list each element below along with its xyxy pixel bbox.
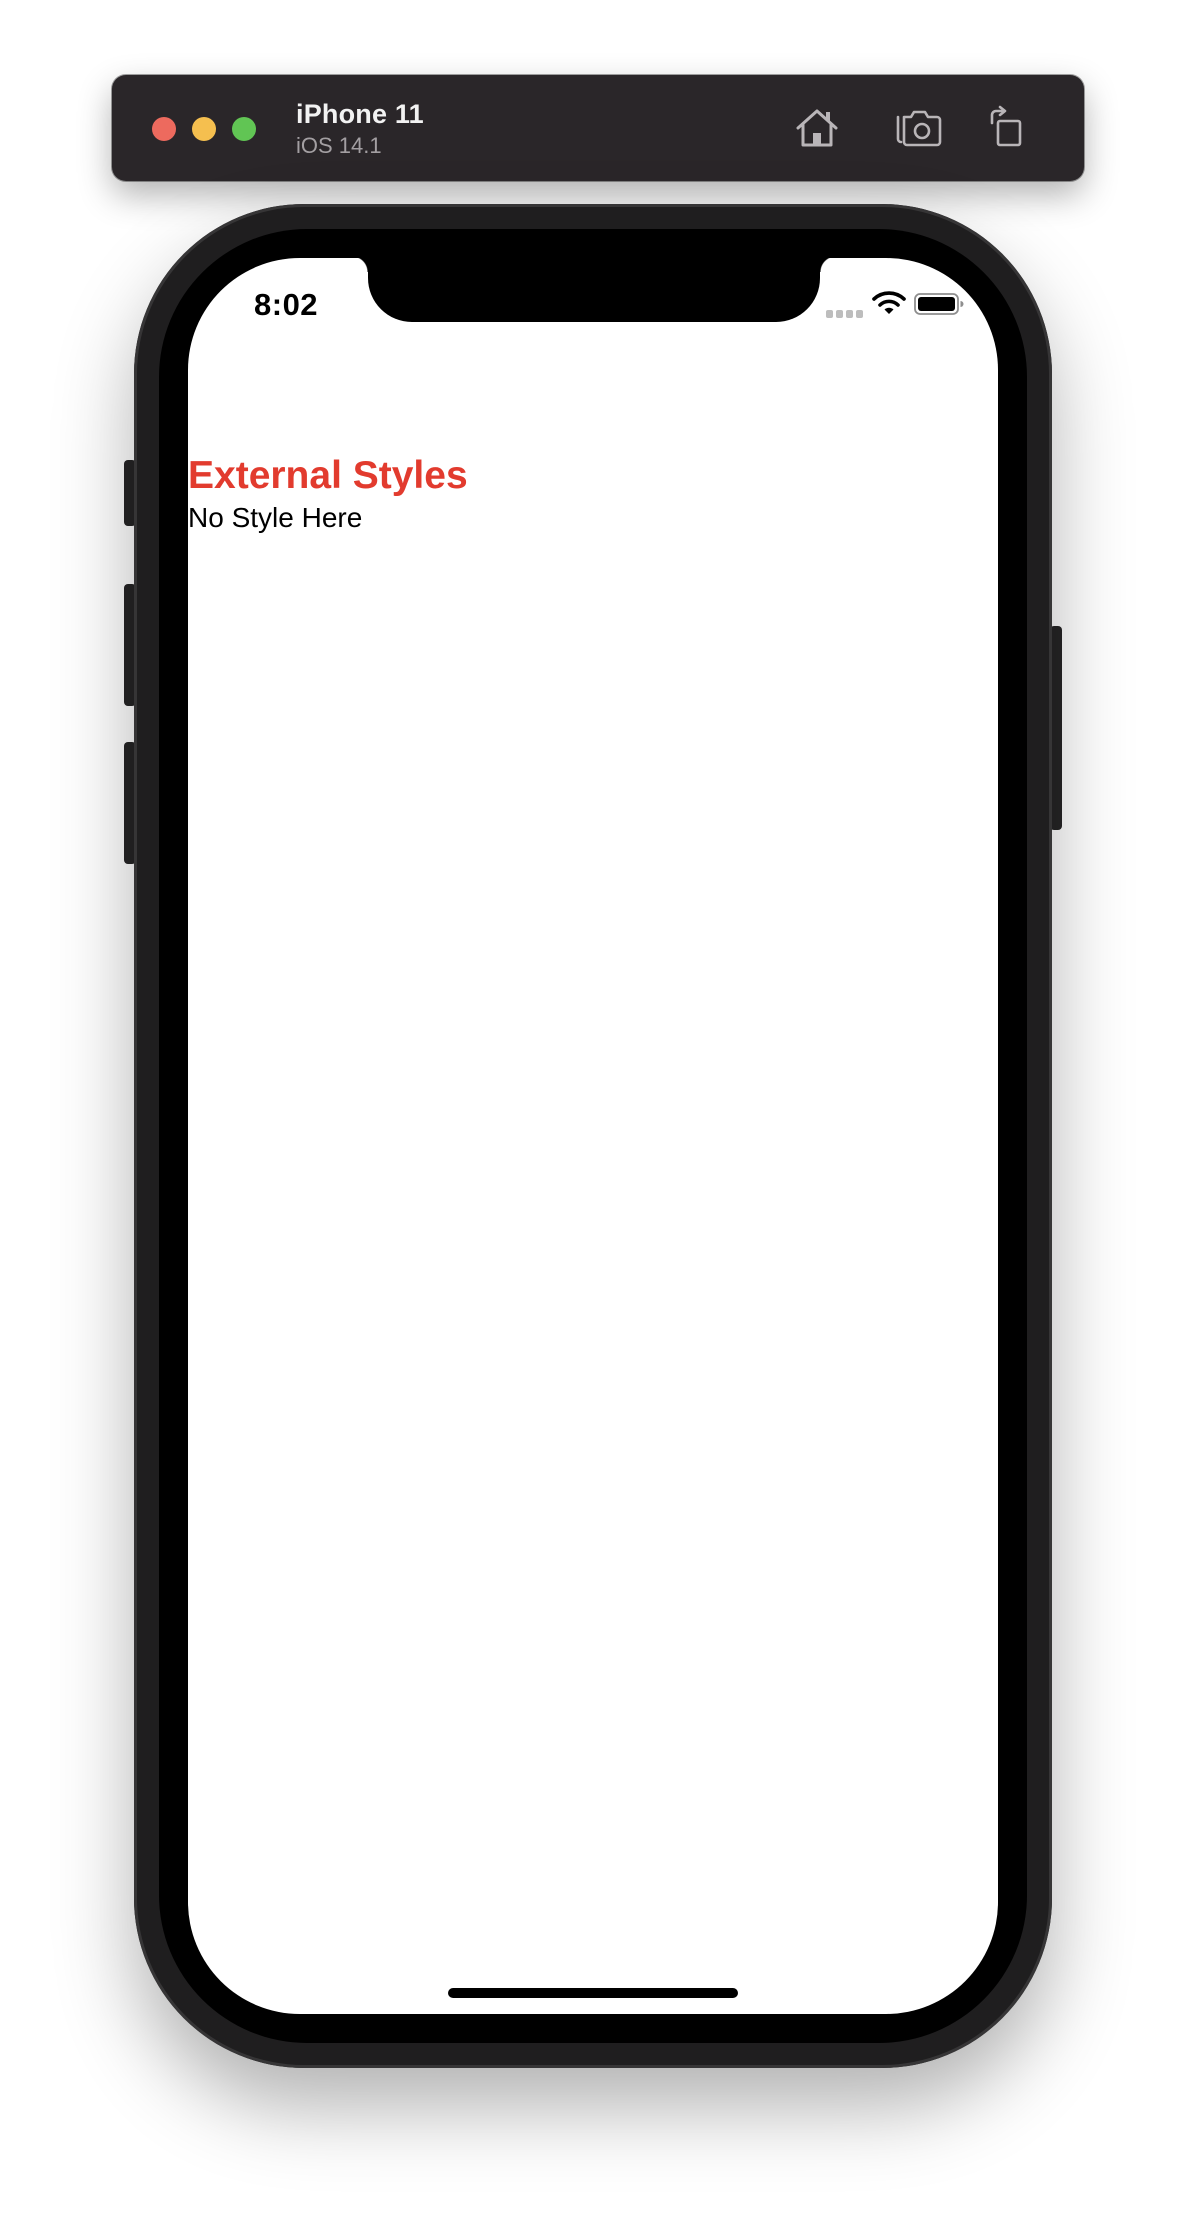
device-name: iPhone 11 [296, 99, 424, 129]
home-icon [796, 109, 838, 147]
home-button[interactable] [792, 103, 842, 153]
zoom-window-button[interactable] [232, 117, 256, 141]
battery-icon [914, 293, 964, 315]
page-title: External Styles [188, 454, 468, 497]
simulator-titlebar: iPhone 11 iOS 14.1 [112, 75, 1084, 181]
notch [352, 258, 836, 322]
plain-text: No Style Here [188, 502, 363, 533]
simulator-stage: iPhone 11 iOS 14.1 8:02 External Styles … [0, 0, 1186, 2220]
rotate-button[interactable] [984, 103, 1034, 153]
cellular-signal-icon [826, 310, 864, 318]
rotate-icon [990, 105, 1022, 147]
phone-screen: 8:02 External Styles No Style Here [188, 258, 998, 2014]
status-time: 8:02 [254, 287, 319, 322]
device-os-version: iOS 14.1 [296, 133, 382, 158]
close-window-button[interactable] [152, 117, 176, 141]
screenshot-button[interactable] [894, 103, 944, 153]
minimize-window-button[interactable] [192, 117, 216, 141]
camera-icon [896, 110, 942, 147]
wifi-icon [872, 291, 906, 314]
home-indicator[interactable] [448, 1988, 738, 1998]
